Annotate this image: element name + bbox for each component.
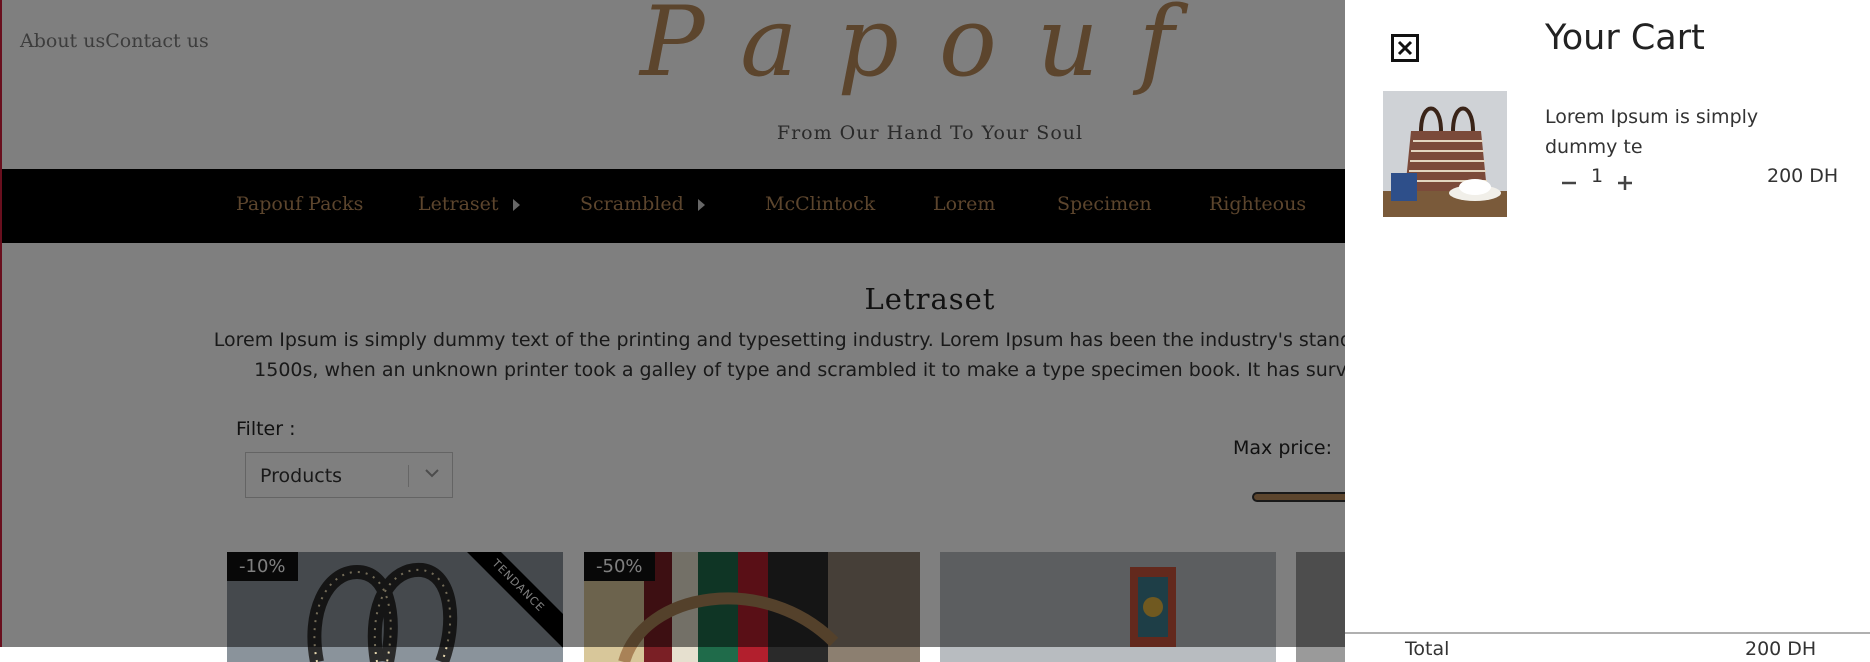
cart-item-image [1383, 91, 1507, 217]
cart-total-value: 200 DH [1745, 638, 1817, 660]
cart-divider [1345, 632, 1870, 634]
plus-icon [1618, 176, 1632, 190]
cart-title: Your Cart [1545, 18, 1705, 58]
cart-item-price: 200 DH [1767, 165, 1839, 187]
close-icon [1397, 40, 1413, 56]
cart-item-quantity: 1 [1591, 165, 1604, 187]
close-cart-button[interactable] [1391, 34, 1419, 62]
minus-icon [1562, 181, 1576, 185]
cart-item-name: Lorem Ipsum is simply dummy te [1545, 106, 1759, 158]
cart-drawer: Your Cart Lorem Ipsum is simply dummy te… [1345, 0, 1870, 660]
decrease-quantity-button[interactable] [1560, 170, 1578, 194]
cart-backdrop-overlay[interactable] [0, 0, 1345, 647]
increase-quantity-button[interactable] [1616, 170, 1634, 194]
cart-total-label: Total [1405, 638, 1450, 660]
